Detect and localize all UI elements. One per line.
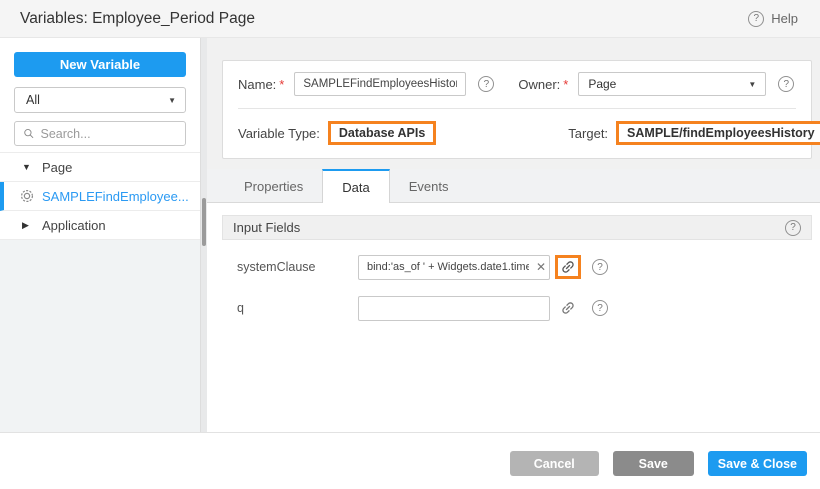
q-help-icon[interactable]: ? — [592, 300, 608, 316]
input-fields-title: Input Fields — [233, 220, 300, 235]
scrollbar-thumb[interactable] — [202, 198, 206, 246]
sidebar-controls: New Variable All ▼ — [0, 38, 200, 152]
systemclause-help-icon[interactable]: ? — [592, 259, 608, 275]
cancel-button[interactable]: Cancel — [510, 451, 599, 476]
target-label: Target: — [568, 126, 608, 141]
variables-sidebar: New Variable All ▼ ▼ Page — [0, 38, 200, 432]
clear-binding-icon[interactable]: ✕ — [536, 261, 546, 273]
name-required-marker: * — [279, 77, 284, 92]
new-variable-button[interactable]: New Variable — [14, 52, 186, 77]
caret-right-icon: ▶ — [22, 220, 33, 231]
variable-filter-value: All — [26, 93, 40, 107]
sidebar-empty-area — [0, 240, 200, 432]
name-help-icon[interactable]: ? — [478, 76, 494, 92]
data-tab-content: Input Fields ? systemClause ✕ — [207, 203, 820, 432]
systemclause-link-cell — [550, 255, 586, 279]
card-divider — [238, 108, 796, 109]
save-and-close-button[interactable]: Save & Close — [708, 451, 807, 476]
owner-label: Owner: — [518, 77, 560, 92]
footer-actions: Cancel Save Save & Close — [0, 432, 820, 489]
systemclause-label: systemClause — [222, 260, 358, 274]
search-icon — [23, 127, 35, 140]
main-layout: New Variable All ▼ ▼ Page — [0, 38, 820, 432]
systemclause-input[interactable] — [358, 255, 550, 280]
help-icon: ? — [748, 11, 764, 27]
variable-search[interactable] — [14, 121, 186, 146]
link-icon — [560, 300, 576, 316]
tab-data[interactable]: Data — [322, 169, 389, 203]
chevron-down-icon: ▼ — [168, 96, 176, 105]
input-field-row-systemclause: systemClause ✕ ? — [222, 253, 812, 281]
type-target-row: Variable Type: Database APIs Target: SAM… — [238, 121, 796, 145]
tree-node-selected-label: SAMPLEFindEmployee... — [42, 189, 189, 204]
owner-selected-value: Page — [588, 77, 616, 91]
name-label: Name: — [238, 77, 276, 92]
q-link-cell — [550, 298, 586, 318]
link-icon — [560, 259, 576, 275]
page-title: Variables: Employee_Period Page — [20, 10, 255, 28]
variable-filter-select[interactable]: All ▼ — [14, 87, 186, 113]
owner-required-marker: * — [563, 77, 568, 92]
owner-help-icon[interactable]: ? — [778, 76, 794, 92]
owner-select[interactable]: Page ▼ — [578, 72, 766, 96]
chevron-down-icon: ▼ — [748, 80, 756, 89]
target-value-highlighted: SAMPLE/findEmployeesHistory — [616, 121, 820, 145]
service-variable-icon — [20, 189, 34, 203]
input-fields-help-icon[interactable]: ? — [785, 220, 801, 236]
help-button[interactable]: ? Help — [748, 11, 798, 27]
variable-detail-panel: Name: * ? Owner: * Page ▼ ? Variable Typ… — [207, 38, 820, 432]
variable-summary-card: Name: * ? Owner: * Page ▼ ? Variable Typ… — [222, 60, 812, 159]
systemclause-bind-button-highlighted[interactable] — [555, 255, 581, 279]
q-input[interactable] — [358, 296, 550, 321]
variables-tree: ▼ Page SAMPLEFindEmployee... ▶ Applicati… — [0, 152, 200, 240]
help-label: Help — [771, 11, 798, 26]
tree-node-page-label: Page — [42, 160, 72, 175]
variable-type-label: Variable Type: — [238, 126, 320, 141]
tree-node-page[interactable]: ▼ Page — [0, 153, 200, 182]
tab-properties[interactable]: Properties — [225, 169, 322, 202]
tree-node-application-label: Application — [42, 218, 106, 233]
q-input-wrap — [358, 296, 550, 321]
caret-down-icon: ▼ — [22, 162, 33, 172]
input-field-row-q: q ? — [222, 294, 812, 322]
q-label: q — [222, 301, 358, 315]
save-button[interactable]: Save — [613, 451, 694, 476]
variable-summary-section: Name: * ? Owner: * Page ▼ ? Variable Typ… — [207, 38, 820, 169]
name-owner-row: Name: * ? Owner: * Page ▼ ? — [238, 72, 796, 96]
detail-tabs: Properties Data Events — [207, 169, 820, 203]
systemclause-input-wrap: ✕ — [358, 255, 550, 280]
variable-name-input[interactable] — [294, 72, 466, 96]
variable-type-value-highlighted: Database APIs — [328, 121, 436, 145]
tree-node-selected-variable[interactable]: SAMPLEFindEmployee... — [0, 182, 200, 211]
input-fields-header: Input Fields ? — [222, 215, 812, 240]
title-bar: Variables: Employee_Period Page ? Help — [0, 0, 820, 38]
sidebar-divider — [200, 38, 207, 432]
tree-node-application[interactable]: ▶ Application — [0, 211, 200, 240]
q-bind-button[interactable] — [558, 298, 578, 318]
tab-events[interactable]: Events — [390, 169, 468, 202]
search-input[interactable] — [41, 127, 177, 141]
